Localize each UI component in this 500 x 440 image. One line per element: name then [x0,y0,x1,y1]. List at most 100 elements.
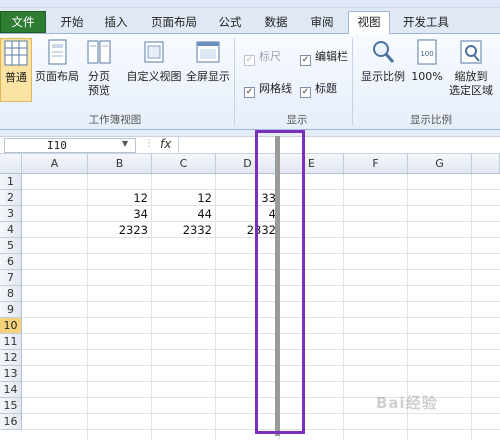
cell-b2[interactable]: 12 [88,190,152,206]
headings-label: 标题 [315,82,337,95]
row-header[interactable]: 2 [0,190,22,206]
page-break-preview-button[interactable]: 分页 预览 [82,38,116,98]
grid-line [22,349,500,350]
row-header[interactable]: 9 [0,302,22,318]
tab-view[interactable]: 视图 [348,11,390,35]
ribbon-view: 普通 页面布局 分页 预览 自定义视图 全屏显示 工作簿视图 ✓ 标尺 ✓ 网格… [0,34,500,130]
gridlines-checkbox[interactable]: ✓ 网格线 [244,82,292,98]
page-break-label-1: 分页 [88,70,110,83]
function-icon[interactable]: fx [160,137,171,151]
normal-view-icon [4,40,28,66]
row-header[interactable]: 3 [0,206,22,222]
formula-bar-check-icon: ✓ [300,55,311,66]
ruler-check-icon: ✓ [244,55,255,66]
select-all-corner[interactable] [0,154,22,174]
row-header[interactable]: 11 [0,334,22,350]
full-screen-button[interactable]: 全屏显示 [185,38,231,84]
zoom-100-button[interactable]: 100 100% [410,38,444,84]
tab-review[interactable]: 审阅 [304,12,340,34]
grid-line [22,413,500,414]
tab-home[interactable]: 开始 [54,12,90,34]
row-header[interactable]: 16 [0,414,22,430]
svg-text:100: 100 [420,50,433,58]
separator-dots-icon: ⋮ [144,138,154,149]
tab-insert[interactable]: 插入 [98,12,134,34]
cell-b3[interactable]: 34 [88,206,152,222]
page-layout-view-button[interactable]: 页面布局 [34,38,80,84]
column-header-b[interactable]: B [88,154,152,174]
column-header-c[interactable]: C [152,154,216,174]
column-header-d[interactable]: D [216,154,280,174]
grid-line [22,301,500,302]
group-workbook-views-label: 工作簿视图 [88,114,142,126]
tab-data[interactable]: 数据 [258,12,294,34]
grid-line [22,333,500,334]
watermark: Bai经验 [376,394,438,412]
row-header[interactable]: 8 [0,286,22,302]
ribbon-tabs: 文件 开始 插入 页面布局 公式 数据 审阅 视图 开发工具 [0,8,500,35]
name-box-dropdown-icon[interactable]: ▼ [122,139,128,148]
zoom-selection-label-2: 选定区域 [449,84,493,97]
row-header[interactable]: 5 [0,238,22,254]
formula-bar-checkbox[interactable]: ✓ 编辑栏 [300,50,348,66]
zoom-to-selection-button[interactable]: 缩放到 选定区域 [446,38,496,98]
group-separator [234,38,235,126]
cell-c3[interactable]: 44 [152,206,216,222]
highlight-annotation-box [255,130,305,434]
ruler-checkbox[interactable]: ✓ 标尺 [244,50,281,66]
headings-checkbox[interactable]: ✓ 标题 [300,82,337,98]
cell-d4[interactable]: 2332 [216,222,280,238]
group-show-label: 显示 [286,114,308,126]
tab-developer[interactable]: 开发工具 [398,12,454,34]
cell-b4[interactable]: 2323 [88,222,152,238]
cell-c2[interactable]: 12 [152,190,216,206]
normal-view-label: 普通 [5,71,27,84]
formula-input[interactable] [178,137,500,153]
row-header[interactable]: 4 [0,222,22,238]
group-separator [352,38,353,126]
ruler-label: 标尺 [259,50,281,63]
grid-line [22,285,500,286]
row-header[interactable]: 13 [0,366,22,382]
grid-line [343,174,344,440]
grid-line [22,253,500,254]
zoom-selection-icon [460,40,482,64]
row-header[interactable]: 14 [0,382,22,398]
formula-bar-label: 编辑栏 [315,50,348,63]
cell-c4[interactable]: 2332 [152,222,216,238]
headings-check-icon: ✓ [300,87,311,98]
row-header[interactable]: 15 [0,398,22,414]
gridlines-check-icon: ✓ [244,87,255,98]
row-header[interactable]: 7 [0,270,22,286]
zoom-label: 显示比例 [361,70,405,83]
zoom-100-icon: 100 [417,39,437,65]
column-header-a[interactable]: A [22,154,88,174]
custom-view-label: 自定义视图 [126,70,182,83]
column-header-f[interactable]: F [344,154,408,174]
column-header-g[interactable]: G [408,154,472,174]
tab-file[interactable]: 文件 [0,11,46,33]
zoom-selection-label-1: 缩放到 [454,70,488,83]
title-strip [0,0,500,8]
column-header-e[interactable]: E [280,154,344,174]
grid-line [22,269,500,270]
grid-line [22,429,500,430]
row-header[interactable]: 6 [0,254,22,270]
split-bar[interactable] [275,136,280,436]
normal-view-button[interactable]: 普通 [0,38,32,102]
zoom-100-label: 100% [411,70,443,83]
tab-formulas[interactable]: 公式 [212,12,248,34]
row-header[interactable]: 12 [0,350,22,366]
column-header-more [472,154,500,174]
row-header[interactable]: 1 [0,174,22,190]
zoom-button[interactable]: 显示比例 [358,38,408,84]
grid-line [22,317,500,318]
name-box[interactable]: I10 [4,138,136,153]
row-header-selected[interactable]: 10 [0,318,22,334]
custom-view-button[interactable]: 自定义视图 [124,38,184,84]
tab-page-layout[interactable]: 页面布局 [146,12,202,34]
custom-view-icon [144,41,164,63]
gridlines-label: 网格线 [259,82,292,95]
cell-d2[interactable]: 33 [216,190,280,206]
cell-d3[interactable]: 4 [216,206,280,222]
